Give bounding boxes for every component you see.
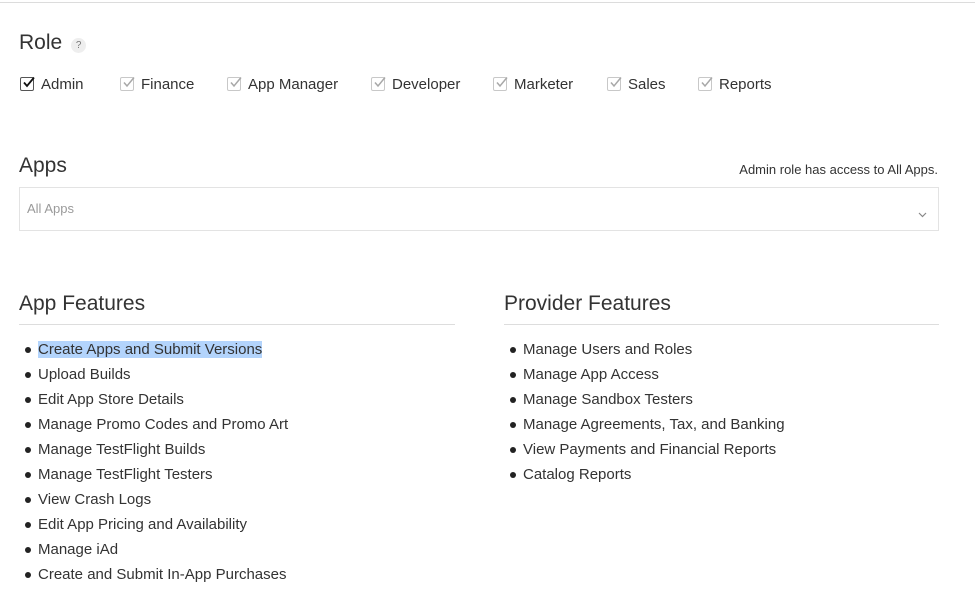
bullet-icon — [25, 471, 31, 478]
user-roles-page: Role ? Admin Finance App Manager Develop… — [0, 0, 975, 590]
feature-label: View Payments and Financial Reports — [523, 441, 777, 458]
role-option-app-manager[interactable]: App Manager — [227, 76, 371, 93]
role-label-marketer: Marketer — [514, 75, 574, 93]
provider-features-title: Provider Features — [504, 291, 939, 325]
bullet-icon — [25, 521, 31, 528]
app-features-list: Create Apps and Submit Versions Upload B… — [19, 325, 455, 587]
list-item: Create Apps and Submit Versions — [19, 337, 455, 362]
checkmark-icon — [374, 77, 386, 88]
role-option-reports[interactable]: Reports — [698, 76, 772, 93]
bullet-icon — [25, 396, 31, 403]
list-item: Manage App Access — [504, 362, 939, 387]
chevron-down-icon — [918, 205, 927, 223]
list-item: Catalog Reports — [504, 462, 939, 487]
provider-features-section: Provider Features Manage Users and Roles… — [504, 291, 939, 487]
feature-label: View Crash Logs — [38, 491, 152, 508]
bullet-icon — [25, 571, 31, 578]
apps-select-value: All Apps — [27, 201, 74, 216]
checkbox-admin[interactable] — [20, 76, 35, 91]
list-item: Upload Builds — [19, 362, 455, 387]
apps-title: Apps — [19, 154, 67, 177]
role-label-sales: Sales — [628, 75, 666, 93]
checkmark-icon — [123, 77, 135, 88]
list-item: Manage Agreements, Tax, and Banking — [504, 412, 939, 437]
checkbox-finance[interactable] — [120, 77, 135, 91]
bullet-icon — [25, 421, 31, 428]
bullet-icon — [25, 446, 31, 453]
checkmark-icon — [230, 77, 242, 88]
role-title: Role — [19, 31, 63, 54]
help-icon[interactable]: ? — [71, 37, 87, 53]
bullet-icon — [25, 346, 31, 353]
bullet-icon — [25, 546, 31, 553]
feature-label: Manage iAd — [38, 541, 119, 558]
bullet-icon — [25, 496, 31, 503]
feature-label: Manage Users and Roles — [523, 341, 693, 358]
role-label-finance: Finance — [141, 75, 195, 93]
app-features-title: App Features — [19, 291, 455, 325]
role-label-developer: Developer — [392, 75, 461, 93]
list-item: Create and Submit In-App Purchases — [19, 562, 455, 587]
list-item: Manage TestFlight Builds — [19, 437, 455, 462]
feature-label: Manage TestFlight Builds — [38, 441, 206, 458]
feature-label: Manage App Access — [523, 366, 659, 383]
list-item: View Payments and Financial Reports — [504, 437, 939, 462]
role-option-developer[interactable]: Developer — [371, 76, 493, 93]
list-item: Edit App Pricing and Availability — [19, 512, 455, 537]
list-item: Edit App Store Details — [19, 387, 455, 412]
role-option-sales[interactable]: Sales — [607, 76, 698, 93]
role-option-marketer[interactable]: Marketer — [493, 76, 607, 93]
bullet-icon — [510, 471, 516, 478]
role-header: Role ? — [19, 31, 87, 55]
checkbox-reports[interactable] — [698, 77, 713, 91]
checkbox-marketer[interactable] — [493, 77, 508, 91]
list-item: Manage Users and Roles — [504, 337, 939, 362]
checkbox-sales[interactable] — [607, 77, 622, 91]
role-label-admin: Admin — [41, 75, 84, 93]
checkmark-icon — [701, 77, 713, 88]
feature-label: Upload Builds — [38, 366, 131, 383]
role-label-app-manager: App Manager — [248, 75, 339, 93]
bullet-icon — [510, 446, 516, 453]
feature-label: Manage Sandbox Testers — [523, 391, 693, 408]
checkmark-icon — [23, 76, 35, 88]
list-item: Manage TestFlight Testers — [19, 462, 455, 487]
feature-label: Manage Agreements, Tax, and Banking — [523, 416, 785, 433]
feature-label: Manage Promo Codes and Promo Art — [38, 416, 289, 433]
apps-select[interactable]: All Apps — [19, 187, 939, 231]
feature-label: Manage TestFlight Testers — [38, 466, 213, 483]
feature-label: Create and Submit In-App Purchases — [38, 566, 287, 583]
role-label-reports: Reports — [719, 75, 772, 93]
top-divider — [0, 2, 975, 3]
list-item: View Crash Logs — [19, 487, 455, 512]
feature-label: Edit App Store Details — [38, 391, 184, 408]
bullet-icon — [510, 346, 516, 353]
checkmark-icon — [610, 77, 622, 88]
list-item: Manage Sandbox Testers — [504, 387, 939, 412]
list-item: Manage Promo Codes and Promo Art — [19, 412, 455, 437]
checkbox-app-manager[interactable] — [227, 77, 242, 91]
feature-label-selected: Create Apps and Submit Versions — [38, 341, 263, 358]
role-option-finance[interactable]: Finance — [120, 76, 227, 93]
bullet-icon — [510, 371, 516, 378]
bullet-icon — [25, 371, 31, 378]
feature-label: Edit App Pricing and Availability — [38, 516, 248, 533]
checkmark-icon — [496, 77, 508, 88]
provider-features-list: Manage Users and Roles Manage App Access… — [504, 325, 939, 487]
bullet-icon — [510, 421, 516, 428]
feature-label: Catalog Reports — [523, 466, 632, 483]
apps-access-note: Admin role has access to All Apps. — [739, 162, 938, 177]
checkbox-developer[interactable] — [371, 77, 386, 91]
role-checkbox-group: Admin Finance App Manager Developer Mark… — [20, 74, 772, 94]
list-item: Manage iAd — [19, 537, 455, 562]
app-features-section: App Features Create Apps and Submit Vers… — [19, 291, 455, 587]
bullet-icon — [510, 396, 516, 403]
role-option-admin[interactable]: Admin — [20, 76, 120, 93]
